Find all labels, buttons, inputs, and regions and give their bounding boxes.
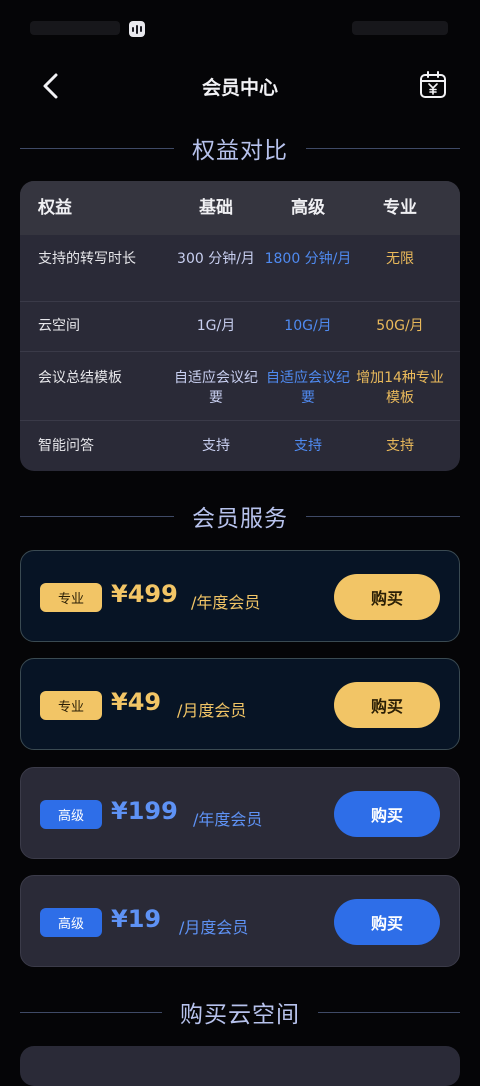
status-left-blurred — [30, 21, 120, 35]
divider — [318, 1011, 460, 1013]
cloud-plan-card — [20, 1046, 460, 1086]
benefit-table: 权益 基础 高级 专业 支持的转写时长 300 分钟/月 1800 分钟/月 无… — [20, 181, 460, 471]
cell-pro: 支持 — [386, 438, 414, 454]
section-cloud: 购买云空间 — [20, 992, 460, 1032]
header-benefit: 权益 — [38, 198, 72, 218]
section-title: 购买云空间 — [180, 1002, 300, 1028]
section-compare: 权益对比 — [20, 128, 460, 168]
plan-period: /月度会员 — [177, 701, 247, 720]
plan-period: /年度会员 — [193, 810, 263, 829]
calendar-yuan-icon — [420, 71, 446, 98]
buy-button[interactable]: 购买 — [334, 682, 440, 728]
cell-basic: 自适应会议纪要 — [174, 370, 258, 406]
buy-button[interactable]: 购买 — [334, 899, 440, 945]
status-bar — [0, 0, 480, 56]
plan-price: ¥499 — [111, 580, 178, 608]
tier-badge: 高级 — [40, 800, 102, 829]
cell-basic: 1G/月 — [196, 318, 236, 334]
divider — [20, 515, 174, 517]
divider — [306, 515, 460, 517]
status-right-blurred — [352, 21, 448, 35]
row-label: 云空间 — [38, 318, 80, 334]
plan-price: ¥199 — [111, 797, 178, 825]
cell-pro: 50G/月 — [376, 318, 424, 334]
tier-badge: 专业 — [40, 583, 102, 612]
row-label: 支持的转写时长 — [38, 251, 136, 267]
tier-badge: 专业 — [40, 691, 102, 720]
table-row: 支持的转写时长 300 分钟/月 1800 分钟/月 无限 — [20, 235, 460, 301]
cell-advanced: 1800 分钟/月 — [264, 251, 352, 267]
row-label: 会议总结模板 — [38, 370, 122, 386]
cell-advanced: 10G/月 — [284, 318, 332, 334]
header-basic: 基础 — [199, 198, 233, 218]
table-row: 云空间 1G/月 10G/月 50G/月 — [20, 302, 460, 351]
divider — [20, 1011, 162, 1013]
cell-advanced: 自适应会议纪要 — [266, 370, 350, 406]
section-service: 会员服务 — [20, 496, 460, 536]
divider — [306, 147, 460, 149]
plan-card-advanced-yearly: 高级 ¥199 /年度会员 购买 — [20, 767, 460, 859]
section-title: 会员服务 — [192, 506, 288, 532]
header-pro: 专业 — [383, 198, 417, 218]
tier-badge: 高级 — [40, 908, 102, 937]
divider — [20, 147, 174, 149]
plan-price: ¥49 — [111, 688, 162, 716]
buy-button[interactable]: 购买 — [334, 791, 440, 837]
cell-basic: 支持 — [202, 438, 230, 454]
plan-card-pro-yearly: 专业 ¥499 /年度会员 购买 — [20, 550, 460, 642]
plan-card-advanced-monthly: 高级 ¥19 /月度会员 购买 — [20, 875, 460, 967]
plan-price: ¥19 — [111, 905, 162, 933]
buy-button[interactable]: 购买 — [334, 574, 440, 620]
cell-basic: 300 分钟/月 — [177, 251, 255, 267]
top-bar: 会员中心 — [0, 56, 480, 118]
page-title: 会员中心 — [201, 77, 278, 99]
cell-pro: 无限 — [386, 251, 414, 267]
cell-advanced: 支持 — [294, 438, 322, 454]
section-title: 权益对比 — [192, 138, 288, 164]
voice-app-icon — [129, 21, 145, 37]
cell-pro: 增加14种专业模板 — [356, 370, 444, 406]
table-header-row: 权益 基础 高级 专业 — [20, 181, 460, 235]
plan-period: /月度会员 — [179, 918, 249, 937]
plan-card-pro-monthly: 专业 ¥49 /月度会员 购买 — [20, 658, 460, 750]
header-advanced: 高级 — [291, 198, 325, 218]
calendar-button[interactable] — [418, 70, 448, 100]
table-row: 智能问答 支持 支持 支持 — [20, 421, 460, 471]
plan-period: /年度会员 — [191, 593, 261, 612]
table-row: 会议总结模板 自适应会议纪要 自适应会议纪要 增加14种专业模板 — [20, 352, 460, 420]
row-label: 智能问答 — [38, 438, 94, 454]
